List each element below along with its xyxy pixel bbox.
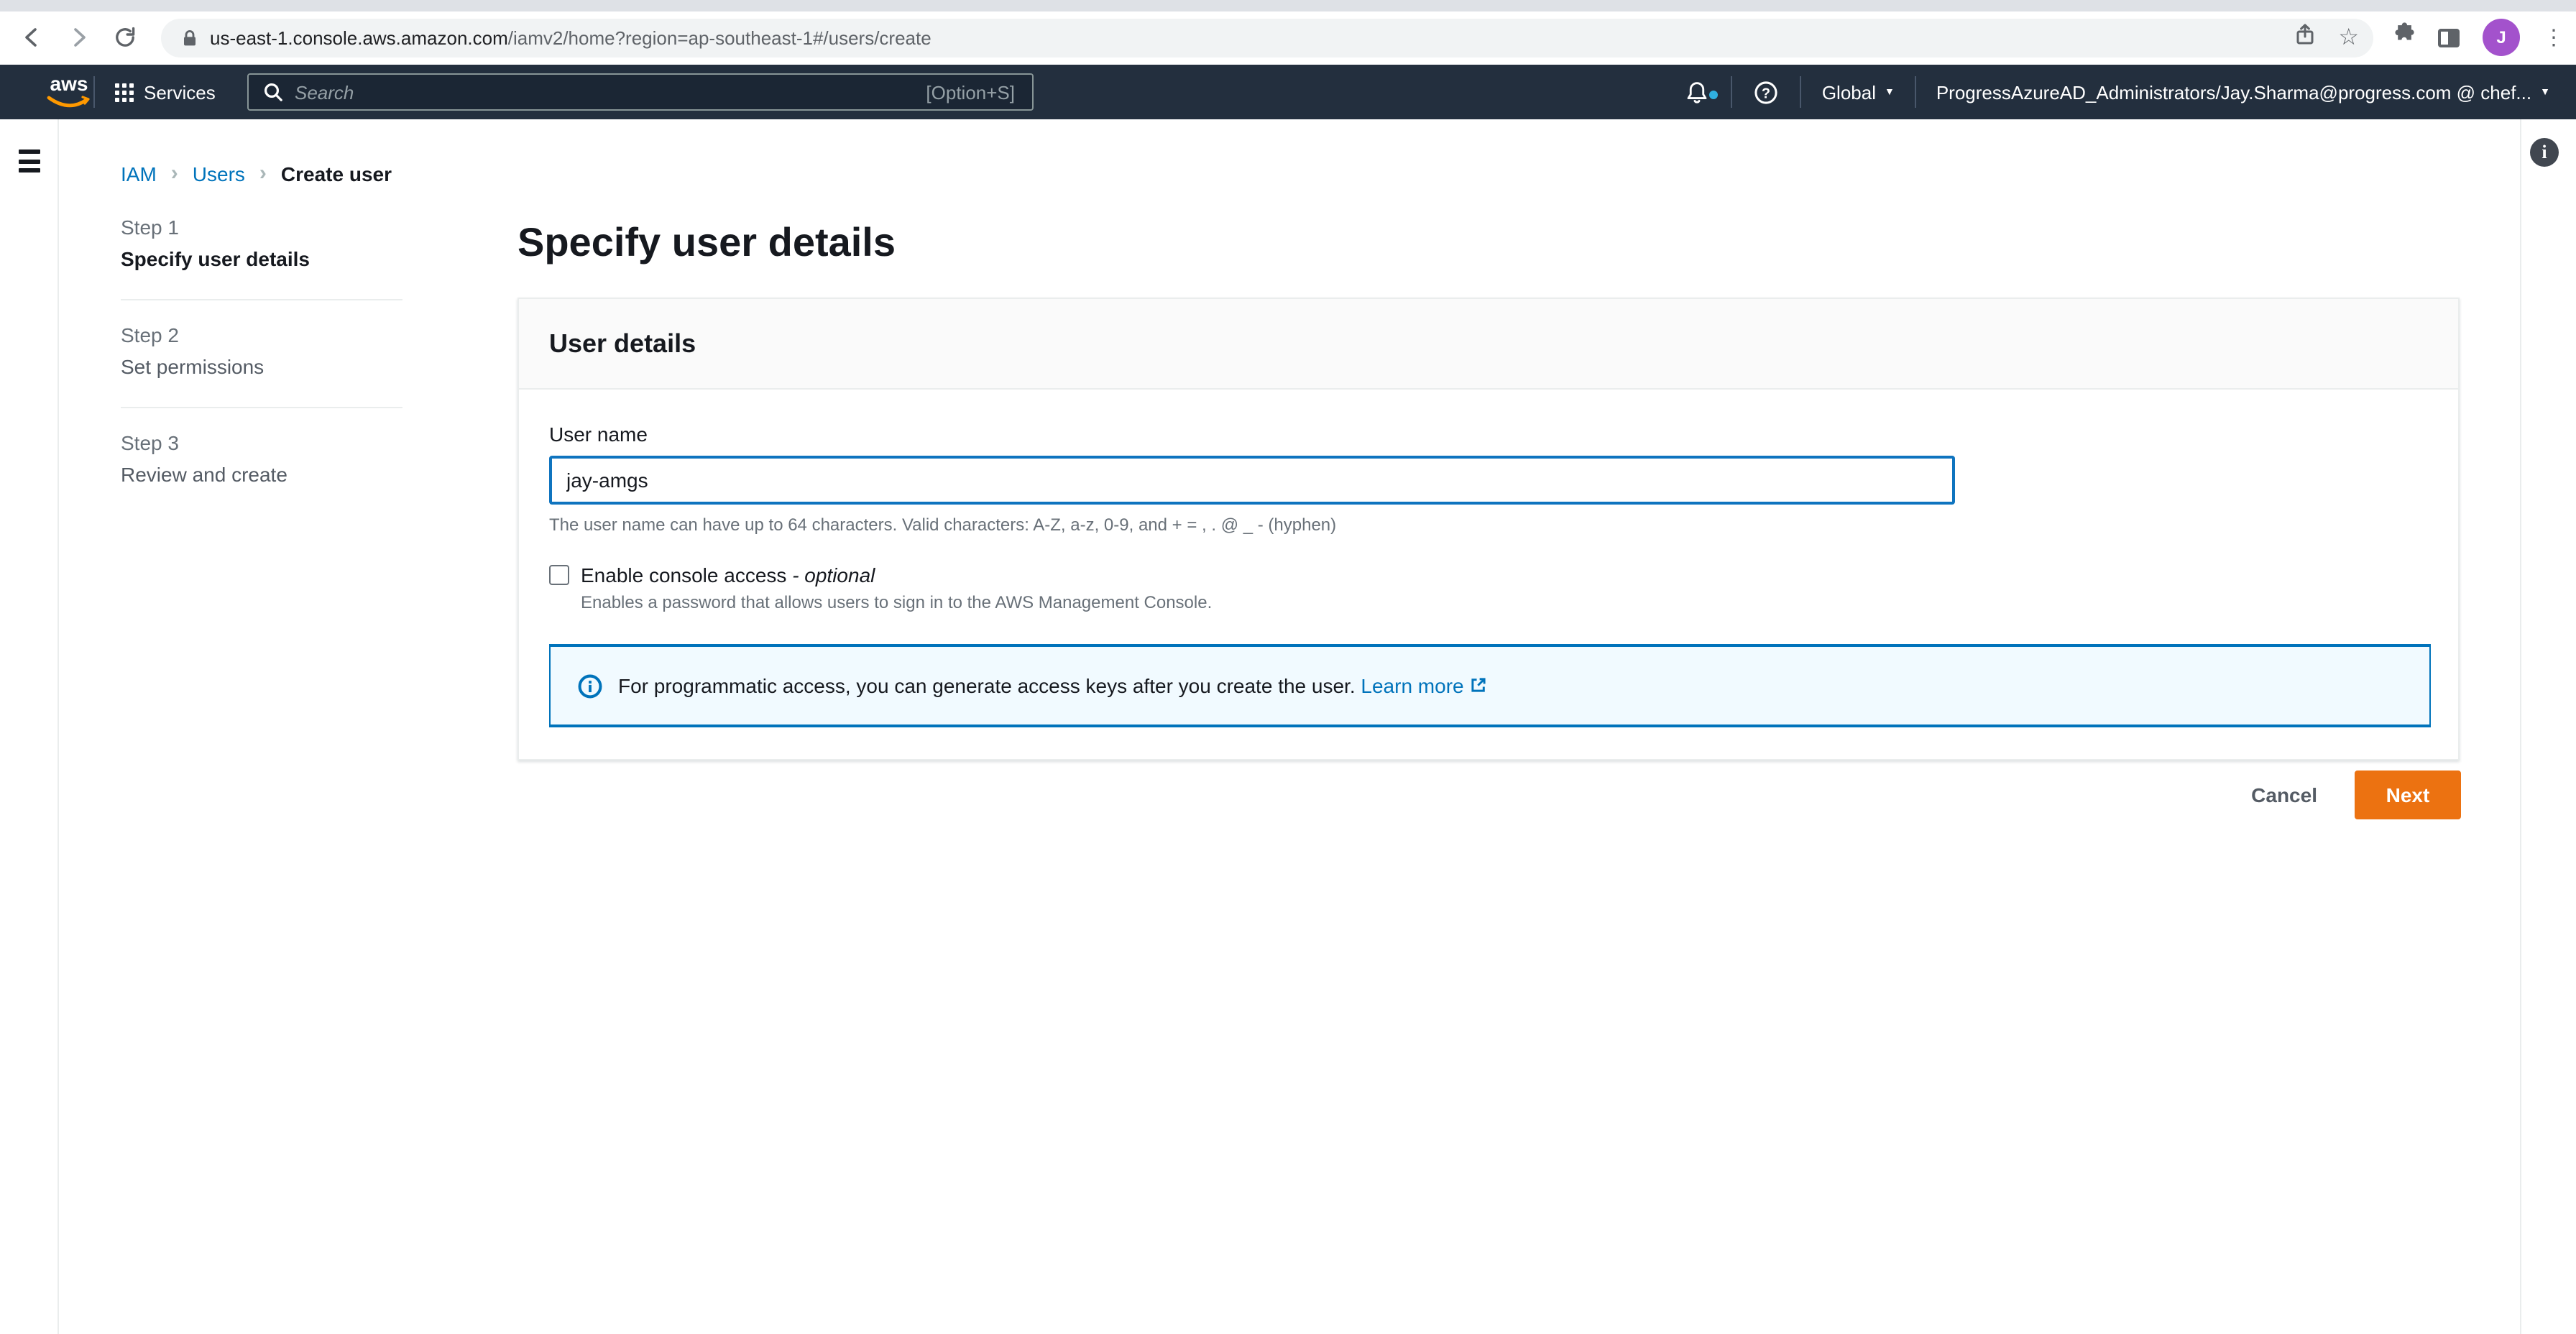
forward-icon[interactable] xyxy=(58,16,101,59)
console-access-checkbox[interactable] xyxy=(549,565,569,585)
breadcrumb-separator-icon: › xyxy=(259,161,267,185)
wizard-steps: Step 1 Specify user details Step 2 Set p… xyxy=(121,216,402,486)
breadcrumb-separator-icon: › xyxy=(170,161,178,185)
step-item-2: Step 2 Set permissions xyxy=(121,323,402,378)
svg-text:?: ? xyxy=(1762,86,1771,101)
bookmark-star-icon[interactable]: ☆ xyxy=(2338,26,2359,50)
user-details-card: User details User name The user name can… xyxy=(518,298,2460,760)
optional-label: - optional xyxy=(792,564,875,586)
info-panel-icon[interactable]: i xyxy=(2530,138,2559,167)
region-selector[interactable]: Global ▼ xyxy=(1802,81,1915,103)
page: us-east-1.console.aws.amazon.com/iamv2/h… xyxy=(0,0,2576,1334)
breadcrumb: IAM › Users › Create user xyxy=(121,161,392,185)
step-title-set-permissions[interactable]: Set permissions xyxy=(121,355,402,378)
content-area: i IAM › Users › Create user Step 1 Speci… xyxy=(0,119,2576,1334)
side-panel-icon[interactable] xyxy=(2438,28,2460,47)
breadcrumb-link-iam[interactable]: IAM xyxy=(121,162,157,185)
step-item-1: Step 1 Specify user details xyxy=(121,216,402,270)
step-item-3: Step 3 Review and create xyxy=(121,431,402,486)
step-divider xyxy=(121,407,402,408)
info-circle-icon xyxy=(578,673,602,698)
step-label: Step 1 xyxy=(121,216,179,239)
chevron-down-icon: ▼ xyxy=(1884,87,1895,97)
reload-icon[interactable] xyxy=(104,16,147,59)
hamburger-menu-icon[interactable] xyxy=(19,150,40,172)
info-alert: For programmatic access, you can generat… xyxy=(549,644,2431,727)
search-shortcut: [Option+S] xyxy=(926,81,1015,103)
services-menu[interactable]: Services xyxy=(115,65,216,119)
notifications-button[interactable] xyxy=(1664,78,1731,106)
aws-logo[interactable]: aws xyxy=(43,72,95,109)
lock-icon xyxy=(181,29,198,47)
extensions-icon[interactable] xyxy=(2391,22,2415,53)
console-access-help-text: Enables a password that allows users to … xyxy=(581,592,1213,612)
aws-navbar: aws Services Search [Option+S] ? Global … xyxy=(0,65,2576,119)
browser-toolbar: us-east-1.console.aws.amazon.com/iamv2/h… xyxy=(0,12,2576,65)
step-label: Step 3 xyxy=(121,431,179,454)
step-title-review-and-create[interactable]: Review and create xyxy=(121,463,402,486)
username-help-text: The user name can have up to 64 characte… xyxy=(549,515,1337,535)
search-placeholder: Search xyxy=(295,81,354,103)
step-divider xyxy=(121,299,402,300)
search-icon xyxy=(263,82,283,102)
username-input[interactable] xyxy=(549,456,1955,505)
right-divider xyxy=(2520,119,2521,1334)
breadcrumb-link-users[interactable]: Users xyxy=(193,162,245,185)
region-label: Global xyxy=(1821,81,1876,103)
page-title: Specify user details xyxy=(518,220,896,264)
browser-tabstrip xyxy=(0,0,2576,12)
back-icon[interactable] xyxy=(10,16,53,59)
search-input[interactable]: Search [Option+S] xyxy=(247,73,1034,111)
notification-dot xyxy=(1709,90,1719,98)
wizard-actions: Cancel Next xyxy=(2251,770,2461,819)
console-access-label[interactable]: Enable console access - optional xyxy=(581,564,875,586)
url-text: us-east-1.console.aws.amazon.com/iamv2/h… xyxy=(210,27,932,49)
chevron-down-icon: ▼ xyxy=(2540,87,2550,97)
services-label: Services xyxy=(144,81,216,103)
left-divider xyxy=(58,119,59,1334)
next-button[interactable]: Next xyxy=(2355,770,2461,819)
help-icon: ? xyxy=(1755,80,1778,104)
account-menu[interactable]: ProgressAzureAD_Administrators/Jay.Sharm… xyxy=(1916,81,2559,103)
step-label: Step 2 xyxy=(121,323,179,346)
help-button[interactable]: ? xyxy=(1733,78,1800,106)
url-bar[interactable]: us-east-1.console.aws.amazon.com/iamv2/h… xyxy=(161,19,2373,58)
avatar[interactable]: J xyxy=(2483,19,2520,56)
card-header: User details xyxy=(519,299,2458,390)
step-title-specify-user-details[interactable]: Specify user details xyxy=(121,247,402,270)
card-body: User name The user name can have up to 6… xyxy=(519,390,2458,759)
external-link-icon xyxy=(1470,675,1489,698)
services-grid-icon xyxy=(115,83,134,101)
breadcrumb-current: Create user xyxy=(280,162,392,185)
cancel-button[interactable]: Cancel xyxy=(2251,783,2317,806)
bell-icon xyxy=(1688,81,1708,103)
aws-logo-text: aws xyxy=(50,72,88,95)
learn-more-link[interactable]: Learn more xyxy=(1361,673,1488,696)
navbar-divider xyxy=(93,76,95,108)
url-path: /iamv2/home?region=ap-southeast-1#/users… xyxy=(507,27,932,49)
info-alert-text: For programmatic access, you can generat… xyxy=(618,673,1489,698)
url-domain: us-east-1.console.aws.amazon.com xyxy=(210,27,508,49)
share-icon[interactable] xyxy=(2294,23,2315,53)
card-title: User details xyxy=(549,329,696,358)
browser-menu-icon[interactable]: ⋮ xyxy=(2543,24,2564,50)
account-label: ProgressAzureAD_Administrators/Jay.Sharm… xyxy=(1936,81,2532,103)
username-label: User name xyxy=(549,423,648,446)
